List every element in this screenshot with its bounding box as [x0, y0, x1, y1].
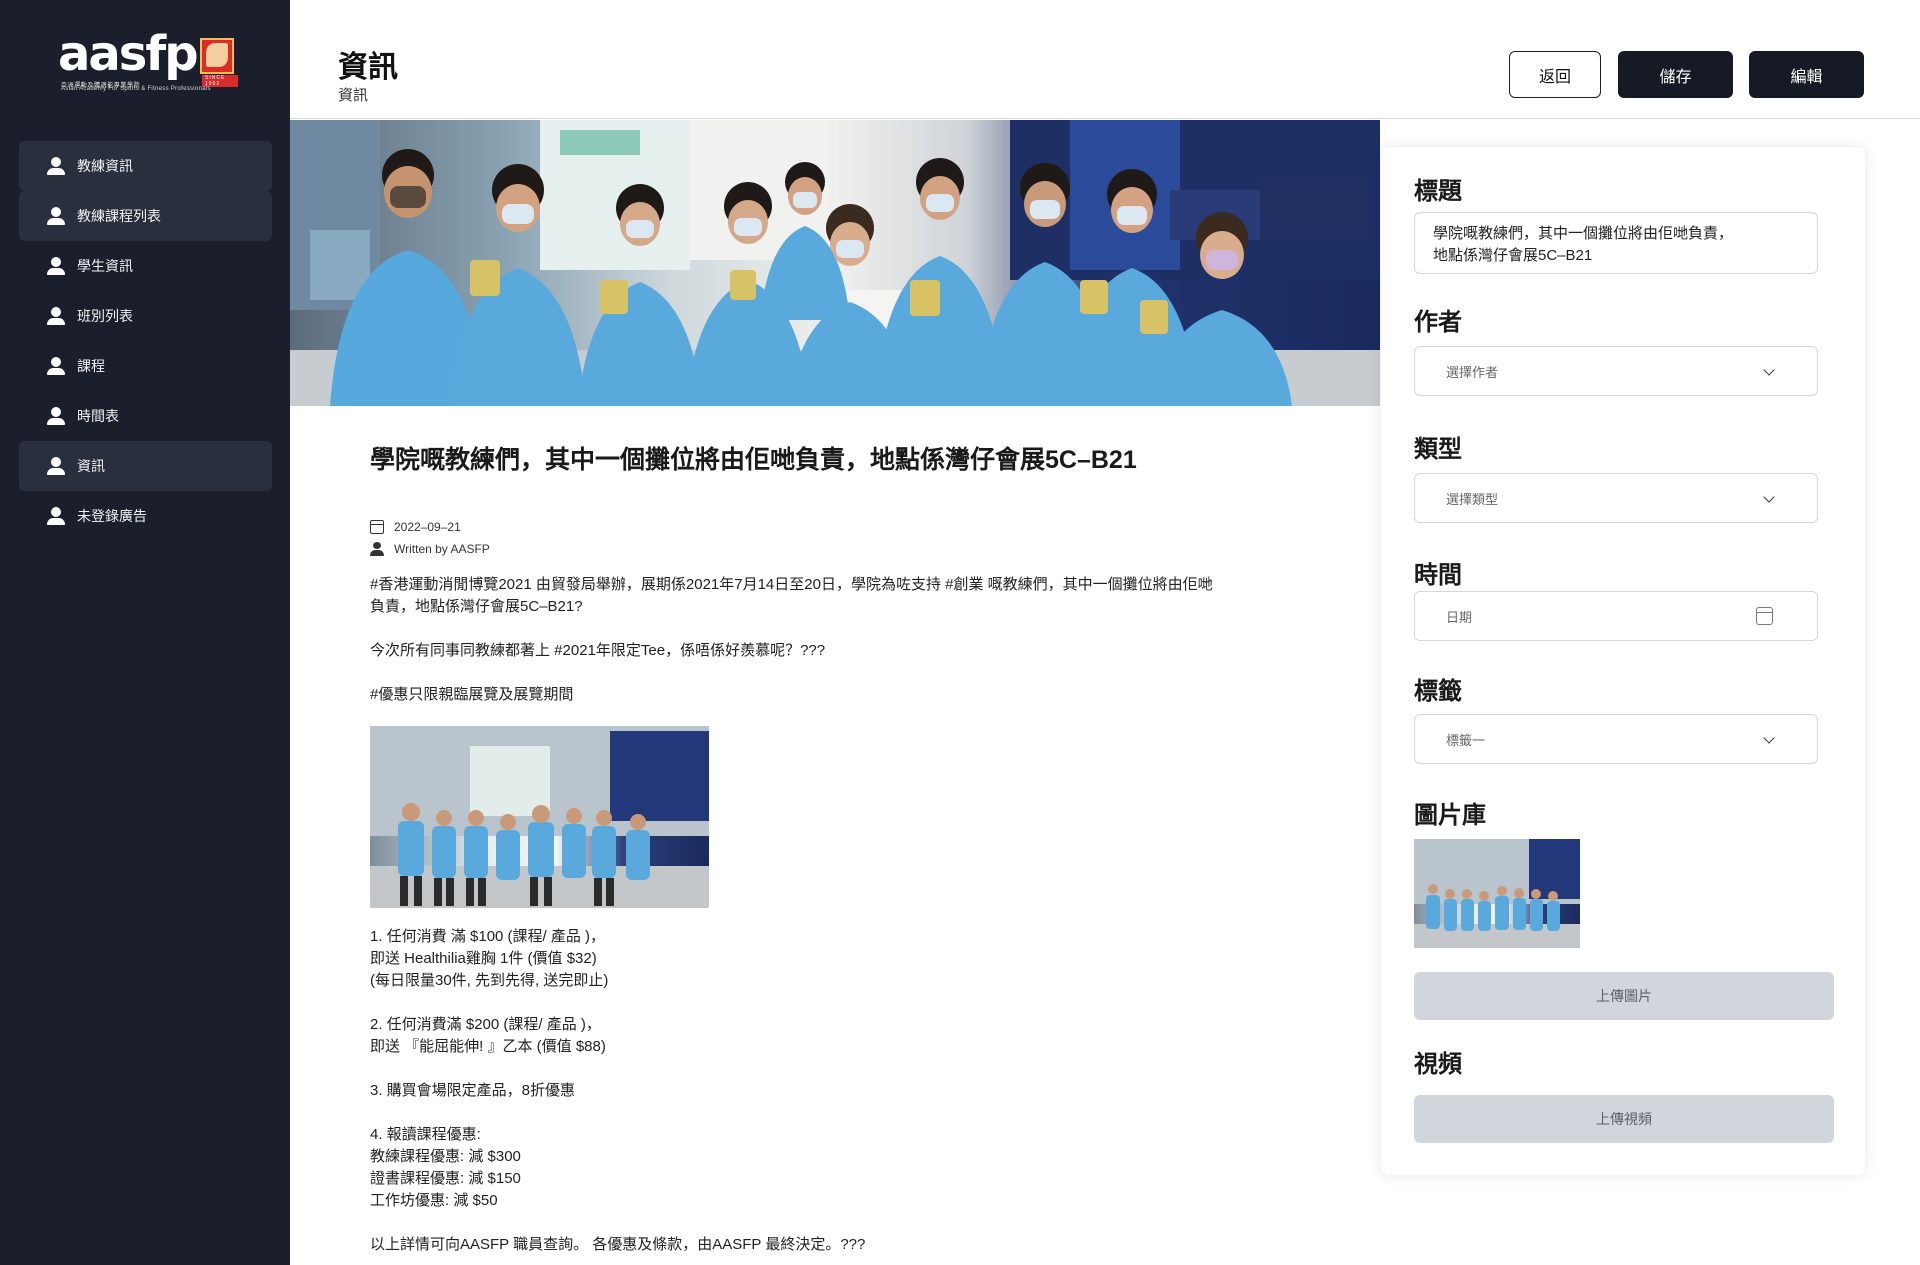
- article-meta: 2022–09–21 Written by AASFP: [370, 516, 490, 560]
- sidebar-item-coach-courses[interactable]: 教練課程列表: [19, 191, 272, 241]
- user-icon: [47, 257, 65, 275]
- sidebar-item-classes[interactable]: 班別列表: [19, 291, 272, 341]
- video-label: 視頻: [1414, 1051, 1462, 1078]
- sidebar-item-label: 學生資訊: [77, 258, 133, 274]
- sidebar-item-label: 時間表: [77, 408, 119, 424]
- chevron-down-icon: [1763, 491, 1775, 503]
- type-select[interactable]: 選擇類型: [1414, 473, 1818, 523]
- sidebar-item-news[interactable]: 資訊: [19, 441, 272, 491]
- article-date: 2022–09–21: [394, 520, 461, 534]
- article-author-row: Written by AASFP: [370, 538, 490, 560]
- sidebar-item-unregistered-ads[interactable]: 未登錄廣告: [19, 491, 272, 541]
- edit-button[interactable]: 編輯: [1749, 51, 1864, 98]
- author-select[interactable]: 選擇作者: [1414, 346, 1818, 396]
- sidebar-item-coach-info[interactable]: 教練資訊: [19, 141, 272, 191]
- breadcrumb: 資訊: [338, 87, 369, 104]
- tag-select[interactable]: 標籤一: [1414, 714, 1818, 764]
- upload-video-button[interactable]: 上傳視頻: [1414, 1095, 1834, 1143]
- gallery-photo: [1414, 839, 1580, 948]
- sidebar-item-label: 教練資訊: [77, 158, 133, 174]
- calendar-icon: [1756, 607, 1773, 625]
- article-title: 學院嘅教練們，其中一個攤位將由佢哋負責，地點係灣仔會展5C–B21: [370, 446, 1137, 474]
- booth-group-photo: [290, 120, 1380, 406]
- sidebar-item-label: 課程: [77, 358, 105, 374]
- sidebar-item-timetable[interactable]: 時間表: [19, 391, 272, 441]
- user-icon: [47, 457, 65, 475]
- chevron-down-icon: [1763, 364, 1775, 376]
- article-preview: 學院嘅教練們，其中一個攤位將由佢哋負責，地點係灣仔會展5C–B21 2022–0…: [370, 440, 1270, 1253]
- page-title: 資訊: [338, 51, 398, 84]
- article-author: Written by AASFP: [394, 542, 490, 556]
- upload-image-button[interactable]: 上傳圖片: [1414, 972, 1834, 1020]
- title-field[interactable]: 學院嘅教練們，其中一個攤位將由佢哋負責， 地點係灣仔會展5C–B21: [1414, 212, 1818, 274]
- gallery-label: 圖片庫: [1414, 802, 1486, 829]
- sidebar-item-label: 班別列表: [77, 308, 133, 324]
- gallery-thumbnail[interactable]: [1414, 839, 1580, 948]
- sidebar: aasfp SINCE 1992 亞洲運動及體適能專業學院 Asian Acad…: [0, 0, 290, 1265]
- sidebar-item-courses[interactable]: 課程: [19, 341, 272, 391]
- article-paragraph: 今次所有同事同教練都著上 #2021年限定Tee，係唔係好羨慕呢？???: [370, 642, 826, 659]
- hero-photo: [290, 120, 1380, 406]
- sidebar-item-label: 未登錄廣告: [77, 508, 147, 524]
- user-icon: [47, 357, 65, 375]
- user-icon: [47, 157, 65, 175]
- sidebar-item-students[interactable]: 學生資訊: [19, 241, 272, 291]
- type-select-placeholder: 選擇類型: [1446, 491, 1499, 507]
- sidebar-item-label: 資訊: [77, 458, 105, 474]
- date-picker-placeholder: 日期: [1446, 609, 1473, 625]
- page-header: 資訊 資訊 返回 儲存 編輯: [290, 0, 1920, 119]
- article-offers: 1. 任何消費 滿 $100 (課程/ 產品 )， 即送 Healthilia雞…: [370, 928, 866, 1253]
- back-button[interactable]: 返回: [1509, 51, 1601, 98]
- type-label: 類型: [1414, 436, 1462, 463]
- time-label: 時間: [1414, 562, 1462, 589]
- aasfp-logo[interactable]: aasfp SINCE 1992 亞洲運動及體適能專業學院 Asian Acad…: [58, 26, 238, 92]
- calendar-icon: [370, 520, 384, 534]
- edit-form-panel: 標題 學院嘅教練們，其中一個攤位將由佢哋負責， 地點係灣仔會展5C–B21 作者…: [1381, 147, 1865, 1175]
- article-date-row: 2022–09–21: [370, 516, 490, 538]
- tag-label: 標籤: [1414, 678, 1462, 705]
- logo-wordmark: aasfp: [58, 26, 199, 82]
- chevron-down-icon: [1763, 732, 1775, 744]
- user-icon: [370, 542, 384, 556]
- user-icon: [47, 407, 65, 425]
- logo-subtitle-en: Asian Academy For Sports & Fitness Profe…: [61, 86, 211, 92]
- date-picker[interactable]: 日期: [1414, 591, 1818, 641]
- title-label: 標題: [1414, 178, 1462, 205]
- tag-select-value: 標籤一: [1446, 732, 1486, 748]
- booth-photo: [370, 726, 709, 908]
- lion-emblem-icon: [200, 38, 234, 74]
- author-label: 作者: [1414, 309, 1462, 336]
- article-paragraph: #優惠只限親臨展覽及展覽期間: [370, 686, 574, 703]
- user-icon: [47, 307, 65, 325]
- author-select-placeholder: 選擇作者: [1446, 364, 1499, 380]
- article-inline-photo: [370, 726, 709, 908]
- sidebar-item-label: 教練課程列表: [77, 208, 161, 224]
- user-icon: [47, 207, 65, 225]
- save-button[interactable]: 儲存: [1618, 51, 1733, 98]
- sidebar-nav: 教練資訊 教練課程列表 學生資訊 班別列表 課程 時間表 資訊 未登錄廣告: [19, 141, 272, 541]
- article-paragraph: #香港運動消閒博覽2021 由貿發局舉辦，展期係2021年7月14日至20日，學…: [370, 576, 1213, 615]
- user-icon: [47, 507, 65, 525]
